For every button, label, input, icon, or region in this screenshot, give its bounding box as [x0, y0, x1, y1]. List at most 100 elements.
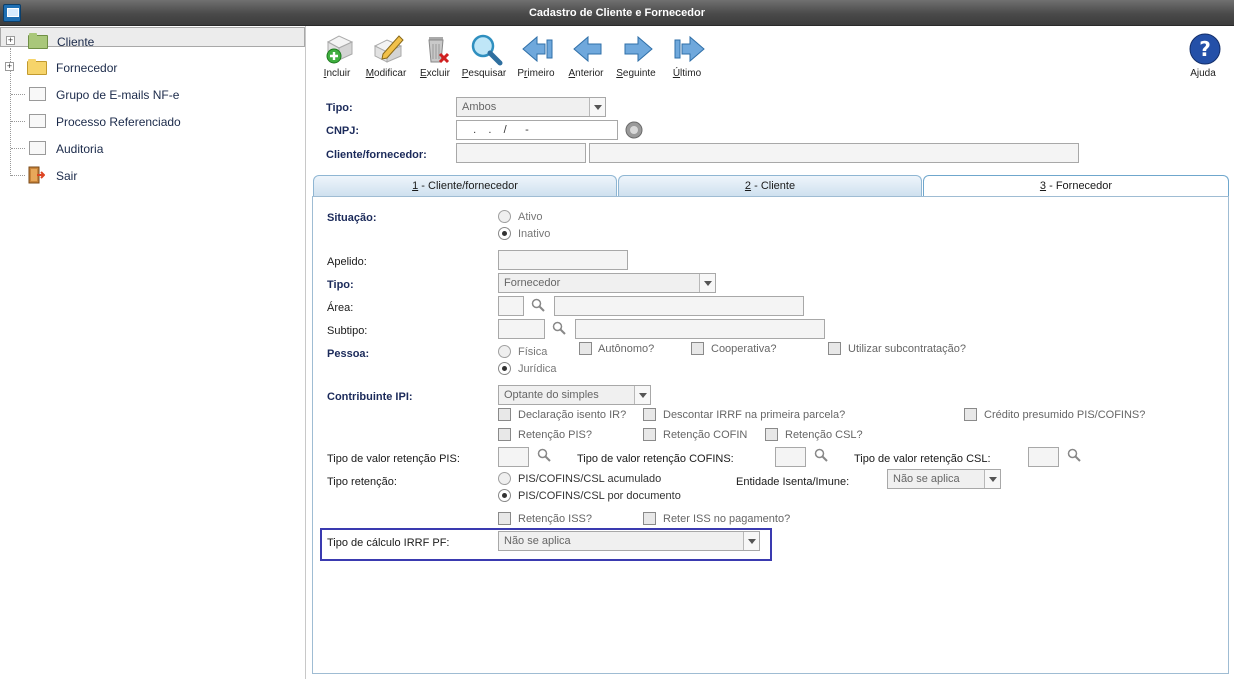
tipo-valor-cofins-input[interactable] — [775, 447, 806, 467]
cooperativa-checkbox[interactable] — [691, 342, 704, 355]
retencao-csl-checkbox[interactable] — [765, 428, 778, 441]
retencao-csl-label: Retenção CSL? — [785, 429, 863, 441]
chevron-down-icon[interactable] — [699, 274, 715, 292]
modificar-button[interactable]: Modificar — [363, 30, 409, 82]
area-search-icon[interactable] — [531, 298, 545, 312]
seguinte-button[interactable]: Seguinte — [613, 30, 659, 82]
area-code-input[interactable] — [498, 296, 524, 316]
edit-pencil-icon — [373, 35, 404, 63]
pesquisar-button[interactable]: Pesquisar — [461, 30, 507, 82]
chevron-down-icon[interactable] — [743, 532, 759, 550]
tipo-valor-cofins-search-icon[interactable] — [814, 448, 828, 462]
irrf-pf-value: Não se aplica — [504, 535, 571, 547]
anterior-button[interactable]: Anterior — [563, 30, 609, 82]
document-icon — [29, 114, 46, 128]
cnpj-label: CNPJ: — [326, 125, 360, 137]
area-description-input[interactable] — [554, 296, 804, 316]
chevron-down-icon[interactable] — [984, 470, 1000, 488]
tree-item-cliente[interactable]: + Cliente — [0, 27, 305, 49]
entidade-isenta-select[interactable]: Não se aplica — [887, 469, 1001, 489]
entidade-isenta-label: Entidade Isenta/Imune: — [736, 476, 850, 488]
descontar-irrf-checkbox[interactable] — [643, 408, 656, 421]
expand-icon[interactable]: + — [5, 62, 14, 71]
autonomo-checkbox[interactable] — [579, 342, 592, 355]
retencao-por-documento-label: PIS/COFINS/CSL por documento — [518, 490, 681, 502]
primeiro-button[interactable]: Primeiro — [513, 30, 559, 82]
subtipo-description-input[interactable] — [575, 319, 825, 339]
navigation-tree: + Cliente + Fornecedor Grupo de E-mails … — [0, 26, 306, 679]
situacao-inativo-radio[interactable] — [498, 227, 511, 240]
retencao-por-documento-radio[interactable] — [498, 489, 511, 502]
fornecedor-tipo-value: Fornecedor — [504, 277, 561, 289]
expand-icon[interactable]: + — [6, 36, 15, 45]
retencao-iss-checkbox[interactable] — [498, 512, 511, 525]
tipo-valor-pis-input[interactable] — [498, 447, 529, 467]
contribuinte-ipi-label: Contribuinte IPI: — [327, 391, 413, 403]
incluir-button[interactable]: Incluir — [314, 30, 360, 82]
pessoa-juridica-label: Jurídica — [518, 363, 557, 375]
subcontratacao-checkbox[interactable] — [828, 342, 841, 355]
excluir-button[interactable]: Excluir — [412, 30, 458, 82]
fornecedor-tipo-select[interactable]: Fornecedor — [498, 273, 716, 293]
cooperativa-label: Cooperativa? — [711, 343, 777, 355]
tab-cliente-fornecedor[interactable]: 1 - Cliente/fornecedor — [313, 175, 617, 196]
cliente-fornecedor-code-input[interactable] — [456, 143, 586, 163]
situacao-ativo-label: Ativo — [518, 211, 543, 223]
next-arrow-icon — [624, 35, 653, 63]
tipo-valor-cofins-label: Tipo de valor retenção COFINS: — [577, 453, 734, 465]
descontar-irrf-label: Descontar IRRF na primeira parcela? — [663, 409, 846, 421]
tipo-valor-pis-search-icon[interactable] — [537, 448, 551, 462]
irrf-pf-select[interactable]: Não se aplica — [498, 531, 760, 551]
situacao-ativo-radio[interactable] — [498, 210, 511, 223]
folder-icon — [27, 59, 47, 75]
tab-fornecedor[interactable]: 3 - Fornecedor — [923, 175, 1229, 196]
tree-item-processo-referenciado[interactable]: Processo Referenciado — [0, 108, 305, 134]
retencao-cofins-checkbox[interactable] — [643, 428, 656, 441]
tree-item-label: Grupo de E-mails NF-e — [56, 88, 180, 102]
subtipo-search-icon[interactable] — [552, 321, 566, 335]
window-title-bar: Cadastro de Cliente e Fornecedor — [0, 0, 1234, 26]
tree-item-label: Sair — [56, 169, 78, 183]
add-document-icon — [326, 35, 354, 64]
subcontratacao-label: Utilizar subcontratação? — [848, 343, 967, 355]
tree-item-sair[interactable]: Sair — [0, 162, 305, 188]
declaracao-isento-checkbox[interactable] — [498, 408, 511, 421]
seguinte-label: Seguinte — [616, 68, 656, 79]
credito-presumido-checkbox[interactable] — [964, 408, 977, 421]
irrf-pf-label: Tipo de cálculo IRRF PF: — [327, 537, 450, 549]
subtipo-code-input[interactable] — [498, 319, 545, 339]
tree-item-grupo-emails[interactable]: Grupo de E-mails NF-e — [0, 81, 305, 107]
ajuda-button[interactable]: ? Ajuda — [1180, 30, 1226, 82]
tipo-select[interactable]: Ambos — [456, 97, 606, 117]
entidade-isenta-value: Não se aplica — [893, 473, 960, 485]
first-record-icon — [522, 35, 553, 63]
apelido-input[interactable] — [498, 250, 628, 270]
apelido-label: Apelido: — [327, 256, 367, 268]
ultimo-label: Último — [672, 68, 702, 79]
tree-item-label: Auditoria — [56, 142, 104, 156]
ultimo-button[interactable]: Último — [664, 30, 710, 82]
svg-text:?: ? — [1199, 37, 1211, 61]
tipo-valor-csl-input[interactable] — [1028, 447, 1059, 467]
cnpj-lookup-icon[interactable] — [625, 121, 643, 139]
cnpj-input[interactable]: . . / - — [456, 120, 618, 140]
chevron-down-icon[interactable] — [589, 98, 605, 116]
tree-item-fornecedor[interactable]: + Fornecedor — [0, 54, 305, 80]
contribuinte-ipi-select[interactable]: Optante do simples — [498, 385, 651, 405]
tree-item-label: Processo Referenciado — [56, 115, 181, 129]
subtipo-label: Subtipo: — [327, 325, 368, 337]
document-icon — [29, 141, 46, 155]
document-icon — [29, 87, 46, 101]
tipo-valor-csl-label: Tipo de valor retenção CSL: — [854, 453, 991, 465]
retencao-acumulado-radio[interactable] — [498, 472, 511, 485]
reter-iss-checkbox[interactable] — [643, 512, 656, 525]
retencao-pis-checkbox[interactable] — [498, 428, 511, 441]
tab-cliente[interactable]: 2 - Cliente — [618, 175, 922, 196]
tipo-valor-csl-search-icon[interactable] — [1067, 448, 1081, 462]
pessoa-fisica-radio[interactable] — [498, 345, 511, 358]
tipo-select-value: Ambos — [462, 101, 497, 113]
chevron-down-icon[interactable] — [634, 386, 650, 404]
pessoa-juridica-radio[interactable] — [498, 362, 511, 375]
cliente-fornecedor-name-input[interactable] — [589, 143, 1079, 163]
tree-item-auditoria[interactable]: Auditoria — [0, 135, 305, 161]
